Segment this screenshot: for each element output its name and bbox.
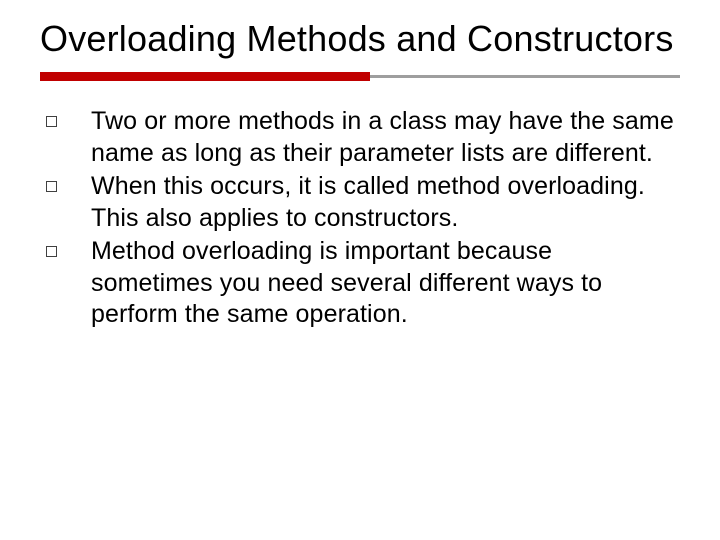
title-underline	[40, 70, 680, 84]
slide: Overloading Methods and Constructors Two…	[0, 0, 720, 540]
square-bullet-icon	[46, 116, 57, 127]
bullet-text: Method overloading is important because …	[91, 236, 680, 331]
list-item: When this occurs, it is called method ov…	[46, 171, 680, 234]
list-item: Method overloading is important because …	[46, 236, 680, 331]
slide-title: Overloading Methods and Constructors	[40, 18, 680, 60]
bullet-list: Two or more methods in a class may have …	[40, 106, 680, 331]
bullet-text: When this occurs, it is called method ov…	[91, 171, 680, 234]
square-bullet-icon	[46, 246, 57, 257]
square-bullet-icon	[46, 181, 57, 192]
list-item: Two or more methods in a class may have …	[46, 106, 680, 169]
bullet-text: Two or more methods in a class may have …	[91, 106, 680, 169]
underline-red	[40, 72, 370, 81]
